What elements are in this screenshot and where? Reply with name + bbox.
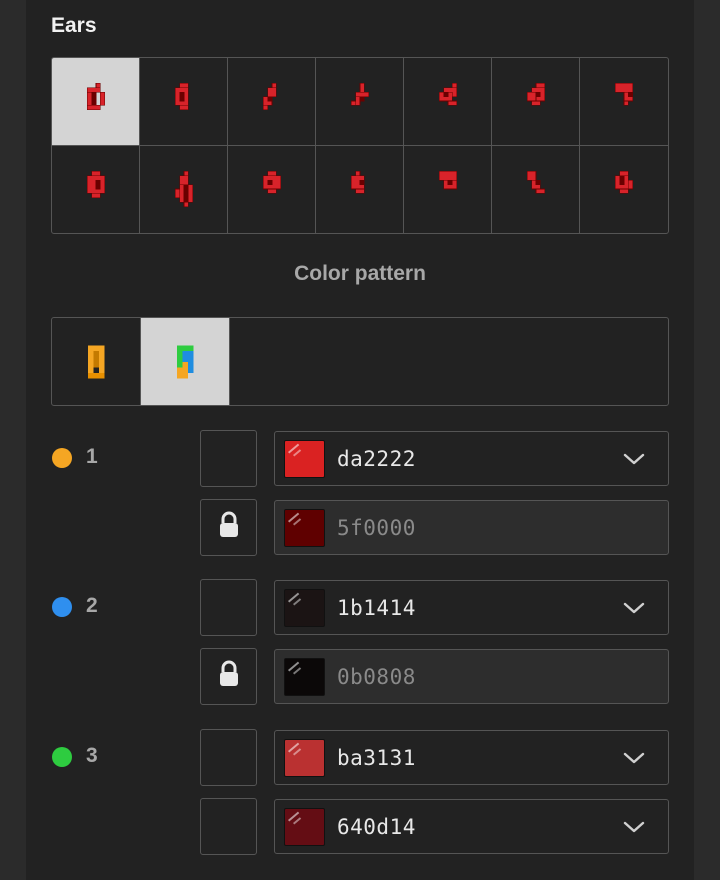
slot-1-secondary-lock-toggle[interactable] — [200, 499, 257, 556]
ear-sprite-icon — [174, 83, 189, 111]
ear-sprite-icon — [614, 83, 634, 106]
ear-option-2[interactable] — [140, 58, 228, 146]
lock-icon — [217, 660, 241, 693]
ear-option-4[interactable] — [316, 58, 404, 146]
ear-option-13[interactable] — [492, 145, 580, 233]
ear-sprite-icon — [262, 171, 281, 194]
slot-number: 3 — [86, 744, 98, 767]
color-pattern-title: Color pattern — [294, 262, 426, 285]
ear-option-8[interactable] — [52, 145, 140, 233]
color-hex-value: 5f0000 — [337, 515, 416, 540]
ears-title: Ears — [51, 14, 97, 37]
ear-option-14[interactable] — [580, 146, 668, 234]
ear-option-10[interactable] — [228, 145, 316, 233]
lock-icon — [217, 511, 241, 544]
slot-1-primary-lock-toggle[interactable] — [200, 430, 257, 487]
slot-2-secondary-lock-toggle[interactable] — [200, 648, 257, 705]
slot-color-dot — [52, 597, 72, 617]
color-hex-value: da2222 — [337, 446, 416, 471]
ear-sprite-icon — [438, 171, 457, 190]
slot-number: 1 — [86, 445, 98, 468]
color-hex-value: 640d14 — [337, 814, 416, 839]
color-swatch — [284, 508, 325, 547]
ear-option-3[interactable] — [228, 58, 316, 146]
ear-sprite-icon — [438, 83, 457, 106]
slot-color-dot — [52, 448, 72, 468]
color-swatch — [284, 657, 325, 696]
slot-2-primary-lock-toggle[interactable] — [200, 579, 257, 636]
chevron-down-icon — [622, 746, 646, 770]
ear-sprite-icon — [86, 83, 105, 111]
slot-number: 2 — [86, 594, 98, 617]
ear-sprite-icon — [526, 83, 545, 106]
color-pattern-option-1[interactable] — [52, 318, 141, 405]
slot-3-primary-lock-toggle[interactable] — [200, 729, 257, 786]
color-pattern-options — [51, 317, 669, 406]
ear-option-7[interactable] — [580, 58, 668, 146]
slot-1-secondary-color-select: 5f0000 — [274, 500, 669, 555]
color-swatch — [284, 738, 325, 777]
multi-color-pattern-icon — [176, 345, 194, 378]
color-swatch — [284, 439, 325, 478]
ears-options-grid — [51, 57, 669, 234]
color-hex-value: 0b0808 — [337, 664, 416, 689]
color-pattern-option-2[interactable] — [141, 318, 230, 405]
slot-3-secondary-lock-toggle[interactable] — [200, 798, 257, 855]
ear-sprite-icon — [174, 171, 193, 208]
ear-sprite-icon — [350, 171, 365, 194]
slot-3-primary-color-select[interactable]: ba3131 — [274, 730, 669, 785]
ear-sprite-icon — [262, 83, 277, 111]
single-color-pattern-icon — [87, 345, 105, 378]
color-hex-value: ba3131 — [337, 745, 416, 770]
ear-sprite-icon — [526, 171, 545, 194]
ear-option-11[interactable] — [316, 145, 404, 233]
slot-3-secondary-color-select[interactable]: 640d14 — [274, 799, 669, 854]
slot-color-dot — [52, 747, 72, 767]
slot-1-primary-color-select[interactable]: da2222 — [274, 431, 669, 486]
ear-option-1[interactable] — [52, 58, 140, 146]
slot-2-primary-color-select[interactable]: 1b1414 — [274, 580, 669, 635]
ear-option-6[interactable] — [492, 58, 580, 146]
ear-sprite-icon — [614, 171, 634, 194]
chevron-down-icon — [622, 596, 646, 620]
color-swatch — [284, 807, 325, 846]
ear-option-9[interactable] — [140, 145, 228, 233]
ear-option-5[interactable] — [404, 58, 492, 146]
chevron-down-icon — [622, 447, 646, 471]
color-hex-value: 1b1414 — [337, 595, 416, 620]
ear-sprite-icon — [350, 83, 369, 106]
color-swatch — [284, 588, 325, 627]
slot-2-secondary-color-select: 0b0808 — [274, 649, 669, 704]
ear-option-12[interactable] — [404, 145, 492, 233]
ear-sprite-icon — [86, 171, 105, 199]
chevron-down-icon — [622, 815, 646, 839]
